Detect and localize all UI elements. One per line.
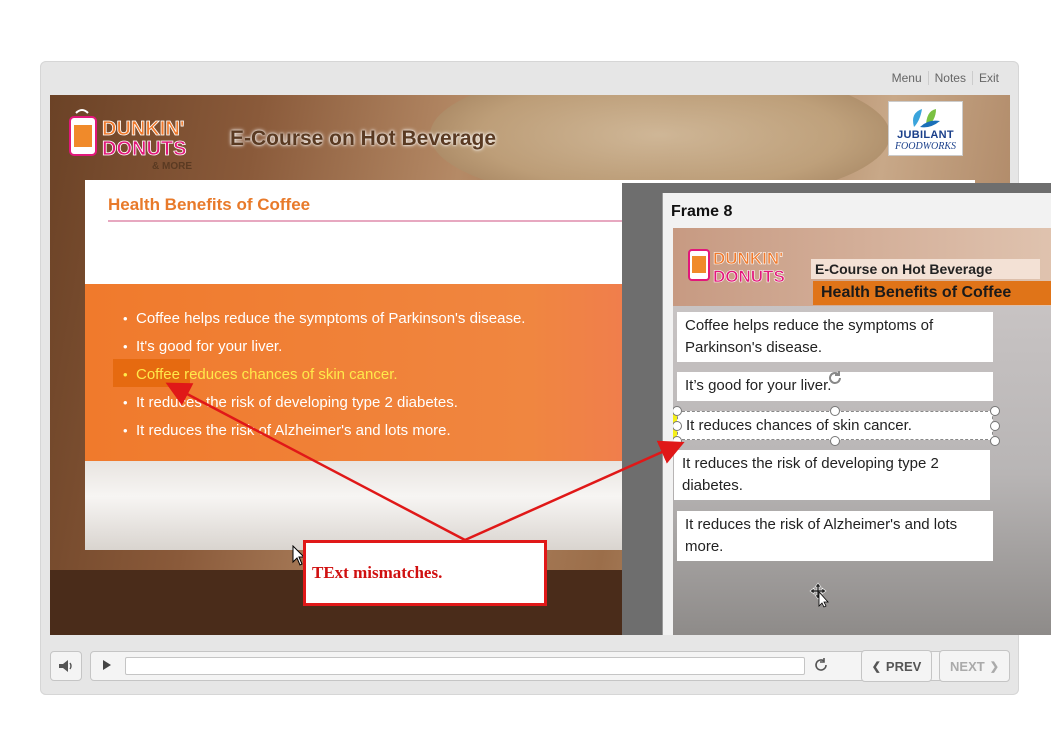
frame8-text-box[interactable]: It reduces the risk of developing type 2… [674,450,990,500]
rotate-handle-icon[interactable] [825,368,845,388]
resize-handle[interactable] [673,436,682,446]
prev-button[interactable]: ❮ PREV [861,650,932,682]
resize-handle[interactable] [990,406,1000,416]
frame8-brand-line1: DUNKIN' [713,249,783,268]
partner-line1: JUBILANT [897,129,954,141]
partner-line2: FOODWORKS [894,141,957,152]
menu-link[interactable]: Menu [886,71,928,85]
brand-line1: DUNKIN' [102,118,185,140]
leaf-icon [912,109,940,128]
frame8-brand-line2: DONUTS [713,267,785,286]
frame8-course-title: E-Course on Hot Beverage [811,259,1040,279]
frame8-panel: Frame 8 DUNKIN' DONUTS E-Course on Hot B… [622,183,1051,635]
resize-handle[interactable] [830,436,840,446]
play-button[interactable] [94,655,120,675]
frame8-dunkin-logo: DUNKIN' DONUTS [688,249,785,286]
resize-handle[interactable] [990,436,1000,446]
next-label: NEXT [950,658,985,674]
prev-label: PREV [885,658,922,674]
move-cursor-icon [809,582,829,608]
bullet-item: It reduces the risk of Alzheimer's and l… [123,417,525,445]
notes-link[interactable]: Notes [927,71,972,85]
brand-line2: DONUTS [102,138,186,160]
frame8-title: Frame 8 [671,203,733,220]
frame8-text-box[interactable]: It reduces the risk of Alzheimer's and l… [677,511,993,561]
frame8-stage: DUNKIN' DONUTS E-Course on Hot Beverage … [673,228,1051,635]
resize-handle[interactable] [990,421,1000,431]
annotation-callout: TExt mismatches. [303,540,547,606]
speaker-icon [59,660,72,672]
next-button[interactable]: NEXT ❯ [939,650,1010,682]
bullet-list: Coffee helps reduce the symptoms of Park… [123,305,525,445]
course-title: E-Course on Hot Beverage [230,127,497,150]
jubilant-logo: JUBILANT FOODWORKS [888,101,963,156]
slide-heading: Health Benefits of Coffee [108,195,311,214]
bullet-item: It's good for your liver. [123,333,525,361]
play-icon [103,660,111,670]
bullet-item-highlighted: Coffee reduces chances of skin cancer. [123,361,525,389]
replay-icon [815,658,827,671]
brand-more: & MORE [152,161,192,172]
bullet-item: It reduces the risk of developing type 2… [123,389,525,417]
replay-button[interactable] [808,655,834,675]
callout-text: TExt mismatches. [312,563,443,582]
chevron-right-icon: ❯ [989,660,999,673]
frame8-inner: Frame 8 DUNKIN' DONUTS E-Course on Hot B… [662,193,1051,635]
chevron-left-icon: ❮ [871,660,881,673]
top-nav: Menu Notes Exit [886,71,1005,85]
volume-button[interactable] [50,651,82,681]
progress-bar[interactable] [125,657,805,675]
dunkin-donuts-logo: DUNKIN' DONUTS & MORE [69,109,192,172]
frame8-text-box[interactable]: Coffee helps reduce the symptoms of Park… [677,312,993,362]
resize-handle[interactable] [830,406,840,416]
bullet-item: Coffee helps reduce the symptoms of Park… [123,305,525,333]
exit-link[interactable]: Exit [971,71,1005,85]
frame8-heading: Health Benefits of Coffee [813,281,1051,305]
